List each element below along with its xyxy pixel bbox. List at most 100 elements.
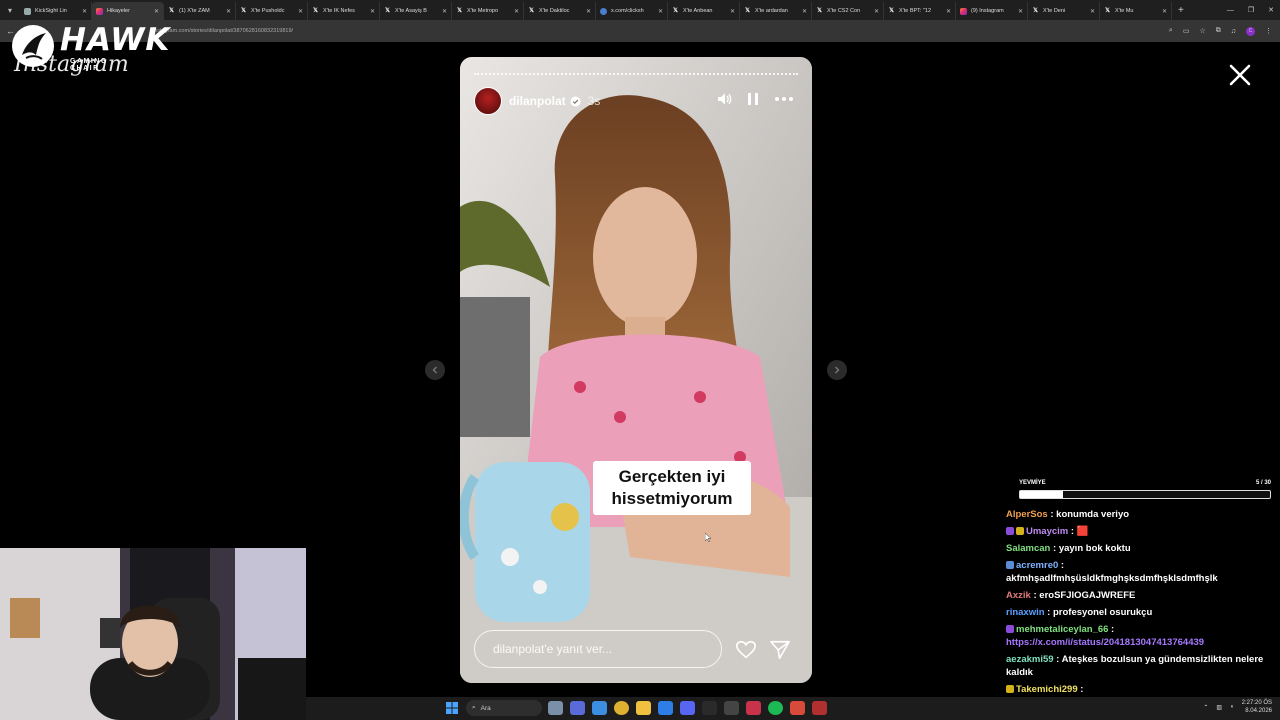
browser-tab[interactable]: 𝕏 X'te Mu ✕: [1100, 2, 1172, 20]
browser-tab[interactable]: 𝕏 X'te BPT: "12 ✕: [884, 2, 956, 20]
pause-icon[interactable]: [746, 91, 760, 107]
obs-icon[interactable]: [724, 701, 739, 715]
story-user-avatar[interactable]: [474, 87, 502, 115]
taskbar-clock[interactable]: 2:27:20 ÖS 8.04.2026: [1242, 699, 1272, 715]
minimize-icon[interactable]: —: [1227, 7, 1234, 14]
tab-close-icon[interactable]: ✕: [1090, 8, 1095, 15]
edge-icon[interactable]: [658, 701, 673, 715]
file-explorer-icon[interactable]: [636, 701, 651, 715]
browser-tab[interactable]: 𝕏 X'te Deni ✕: [1028, 2, 1100, 20]
tab-close-icon[interactable]: ✕: [1018, 8, 1023, 15]
browser-tab[interactable]: 𝕏 X'te ardardan ✕: [740, 2, 812, 20]
widgets-icon[interactable]: [548, 701, 563, 715]
next-story-button[interactable]: [827, 360, 847, 380]
more-options-icon[interactable]: [774, 91, 794, 107]
tab-close-icon[interactable]: ✕: [226, 8, 231, 15]
tab-close-icon[interactable]: ✕: [298, 8, 303, 15]
tab-close-icon[interactable]: ✕: [946, 8, 951, 15]
tab-title: (1) X'te ZAM: [179, 8, 210, 14]
zoom-icon[interactable]: ⌕: [1169, 27, 1173, 35]
tab-search-icon[interactable]: ▾: [0, 0, 20, 20]
chat-badge-icon: [1006, 561, 1014, 569]
chat-username[interactable]: mehmetaliceylan_66: [1016, 624, 1108, 635]
browser-tab[interactable]: (9) Instagram ✕: [956, 2, 1028, 20]
browser-tab[interactable]: x.com/clicksh ✕: [596, 2, 668, 20]
previous-story-button[interactable]: [425, 360, 445, 380]
system-tray: ⌃ ▥ ◖ 2:27:20 ÖS 8.04.2026: [1203, 699, 1272, 715]
media-control-icon[interactable]: ♫: [1231, 28, 1236, 35]
cast-icon[interactable]: ▭: [1183, 27, 1190, 35]
chat-message: rinaxwin : profesyonel osurukçu: [1006, 606, 1274, 619]
story-username[interactable]: dilanpolat: [509, 94, 566, 108]
profile-avatar[interactable]: C: [1246, 26, 1255, 36]
chevron-right-icon: [835, 366, 840, 374]
bookmark-star-icon[interactable]: ☆: [1199, 27, 1205, 35]
tab-close-icon[interactable]: ✕: [514, 8, 519, 15]
tab-close-icon[interactable]: ✕: [154, 8, 159, 15]
discord-icon[interactable]: [680, 701, 695, 715]
restore-icon[interactable]: ❐: [1248, 6, 1254, 14]
volume-icon[interactable]: [716, 91, 732, 107]
menu-dots-icon[interactable]: ⋮: [1265, 27, 1272, 35]
windows-start-icon[interactable]: [446, 702, 458, 714]
chat-username[interactable]: Salamcan: [1006, 543, 1050, 554]
spotify-icon[interactable]: [768, 701, 783, 715]
tab-close-icon[interactable]: ✕: [1162, 8, 1167, 15]
url-field[interactable]: instagram.com/stories/dilanpolat/3870628…: [153, 28, 293, 34]
chat-username[interactable]: Axzik: [1006, 590, 1031, 601]
tab-close-icon[interactable]: ✕: [82, 8, 87, 15]
taskbar-search[interactable]: ⌕ Ara: [466, 700, 542, 716]
tab-close-icon[interactable]: ✕: [658, 8, 663, 15]
taskbar-apps: [548, 701, 827, 715]
app-orange-icon[interactable]: [790, 701, 805, 715]
chat-username[interactable]: Takemichi299: [1016, 684, 1078, 695]
tab-close-icon[interactable]: ✕: [442, 8, 447, 15]
browser-tab[interactable]: 𝕏 X'te Metropo ✕: [452, 2, 524, 20]
speaker-icon[interactable]: ◖: [1230, 704, 1234, 710]
browser-tab[interactable]: KickSight Lin ✕: [20, 2, 92, 20]
story-reply-input[interactable]: dilanpolat'e yanıt ver...: [474, 630, 722, 668]
browser-tab[interactable]: 𝕏 X'te Daktiloc ✕: [524, 2, 596, 20]
tab-close-icon[interactable]: ✕: [370, 8, 375, 15]
x-icon: 𝕏: [169, 7, 174, 14]
close-story-icon[interactable]: [1227, 62, 1253, 88]
tab-close-icon[interactable]: ✕: [586, 8, 591, 15]
heart-icon[interactable]: [735, 639, 757, 661]
network-icon[interactable]: ▥: [1216, 704, 1222, 711]
app-dark-red-icon[interactable]: [812, 701, 827, 715]
story-video-frame: [460, 57, 812, 683]
browser-tab[interactable]: 𝕏 (1) X'te ZAM ✕: [164, 2, 236, 20]
tab-close-icon[interactable]: ✕: [802, 8, 807, 15]
tab-close-icon[interactable]: ✕: [874, 8, 879, 15]
steam-icon[interactable]: [702, 701, 717, 715]
app-red-icon[interactable]: [746, 701, 761, 715]
close-window-icon[interactable]: ✕: [1268, 6, 1274, 14]
chat-username[interactable]: aezakmi59: [1006, 654, 1054, 665]
chat-username[interactable]: AlperSos: [1006, 509, 1048, 520]
browser-tab[interactable]: 𝕏 X'te Anbean ✕: [668, 2, 740, 20]
chat-username[interactable]: acremre0: [1016, 560, 1058, 571]
chat-username[interactable]: Umaycim: [1026, 526, 1068, 537]
chrome-icon[interactable]: [614, 701, 629, 715]
new-tab-button[interactable]: +: [1178, 5, 1184, 16]
tab-title: X'te Asayiş B: [395, 8, 427, 14]
chat-username[interactable]: rinaxwin: [1006, 607, 1045, 618]
browser-tab[interactable]: 𝕏 X'te Pusholdc ✕: [236, 2, 308, 20]
browser-tab[interactable]: 𝕏 X'te İK Nefes ✕: [308, 2, 380, 20]
browser-tab[interactable]: 𝕏 X'te Asayiş B ✕: [380, 2, 452, 20]
story-viewer[interactable]: dilanpolat 3s Gerçekten iyi hissetmiyoru…: [460, 57, 812, 683]
chat-link[interactable]: https://x.com/i/status/20418130474137644…: [1006, 637, 1204, 648]
browser-tab[interactable]: 𝕏 X'te CS2 Con ✕: [812, 2, 884, 20]
chat-separator: :: [1077, 684, 1084, 695]
x-icon: 𝕏: [1033, 7, 1038, 14]
chat-overlay: AlperSos : konumda veriyo Umaycim : 🟥 Sala…: [1006, 508, 1274, 720]
tab-close-icon[interactable]: ✕: [730, 8, 735, 15]
tray-overflow-icon[interactable]: ⌃: [1203, 704, 1208, 711]
send-icon[interactable]: [769, 639, 791, 661]
task-view-icon[interactable]: [570, 701, 585, 715]
extensions-icon[interactable]: ⧉: [1216, 27, 1221, 35]
chat-text: konumda veriyo: [1056, 509, 1130, 520]
copilot-icon[interactable]: [592, 701, 607, 715]
browser-tab[interactable]: Hikayeler ✕: [92, 2, 164, 20]
story-caption: Gerçekten iyi hissetmiyorum: [593, 461, 751, 515]
